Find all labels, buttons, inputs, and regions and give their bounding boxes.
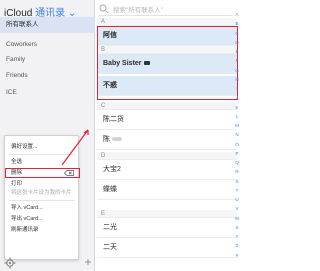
- index-letter[interactable]: M: [233, 123, 241, 128]
- index-letter[interactable]: T: [233, 188, 241, 193]
- index-letter[interactable]: R: [233, 169, 241, 174]
- index-letter[interactable]: B: [233, 21, 241, 26]
- contact-row[interactable]: 蝶蝶: [97, 180, 237, 200]
- index-letter[interactable]: W: [233, 216, 241, 221]
- menu-item-make-my-card: 将这张卡片设为我的卡片: [11, 190, 72, 196]
- index-letter[interactable]: F: [233, 58, 241, 63]
- contact-name: 二光: [103, 224, 117, 231]
- contact-row[interactable]: 大宝2: [97, 160, 237, 180]
- contact-row[interactable]: 陈: [97, 130, 237, 150]
- sidebar-item-all-contacts[interactable]: 所有联系人: [0, 17, 95, 33]
- search-field[interactable]: 搜索"所有联系人": [99, 2, 232, 16]
- menu-item-import-vcard[interactable]: 导入 vCard...: [5, 203, 80, 213]
- section-header-d: D: [97, 152, 237, 160]
- menu-divider: [9, 154, 75, 155]
- menu-item-preferences[interactable]: 偏好设置...: [5, 142, 80, 152]
- contact-list: 搜索"所有联系人" A 阿信 B Baby Sister 不惑 C 陈二货 陈 …: [95, 0, 241, 271]
- delete-key-icon: [64, 170, 74, 176]
- tag-icon: [143, 61, 150, 66]
- index-letter[interactable]: V: [233, 206, 241, 211]
- alphabet-index[interactable]: A B C D E F G H I J K L M N O P Q R S T U V W X Y Z #: [233, 12, 241, 262]
- section-header-c: C: [97, 102, 237, 110]
- menu-item-delete-label: 删除: [11, 170, 23, 176]
- add-contact-button[interactable]: +: [82, 256, 94, 268]
- index-letter[interactable]: C: [233, 31, 241, 36]
- settings-menu: 偏好设置... 全选 删除 打印 将这张卡片设为我的卡片 导入 vCard...…: [4, 135, 80, 260]
- contact-row[interactable]: 陈二货: [97, 110, 237, 130]
- sidebar-item-family[interactable]: Family: [0, 52, 95, 68]
- index-letter[interactable]: K: [233, 105, 241, 110]
- contact-row[interactable]: Baby Sister: [97, 54, 237, 74]
- index-letter[interactable]: A: [233, 12, 241, 17]
- sidebar-item-ice[interactable]: ICE: [0, 85, 95, 101]
- index-letter[interactable]: Q: [233, 160, 241, 165]
- contact-row[interactable]: 不惑: [97, 76, 237, 96]
- index-letter[interactable]: N: [233, 132, 241, 137]
- index-letter[interactable]: S: [233, 179, 241, 184]
- index-letter[interactable]: D: [233, 40, 241, 45]
- contact-name: 二天: [103, 244, 117, 251]
- index-letter[interactable]: H: [233, 77, 241, 82]
- gear-icon[interactable]: [4, 257, 16, 269]
- contact-row[interactable]: 阿信: [97, 26, 237, 46]
- index-letter[interactable]: G: [233, 68, 241, 73]
- index-letter[interactable]: #: [233, 253, 241, 258]
- search-input[interactable]: 搜索"所有联系人": [113, 4, 163, 14]
- contact-name: 陈二货: [103, 116, 124, 123]
- contact-name: 大宝2: [103, 166, 121, 173]
- sidebar-item-friends[interactable]: Friends: [0, 68, 95, 84]
- index-letter[interactable]: J: [233, 95, 241, 100]
- contact-row[interactable]: 二天: [97, 238, 237, 258]
- sidebar-item-coworkers[interactable]: Coworkers: [0, 37, 95, 53]
- index-letter[interactable]: X: [233, 225, 241, 230]
- menu-item-select-all[interactable]: 全选: [5, 157, 80, 167]
- index-letter[interactable]: E: [233, 49, 241, 54]
- section-header-b: B: [97, 46, 237, 54]
- index-letter[interactable]: P: [233, 151, 241, 156]
- section-header-e: E: [97, 210, 237, 218]
- contact-name: 阿信: [103, 32, 117, 39]
- contact-name: 不惑: [103, 82, 117, 89]
- menu-divider: [9, 200, 75, 201]
- index-letter[interactable]: I: [233, 86, 241, 91]
- redacted-text: [112, 137, 122, 142]
- index-letter[interactable]: Y: [233, 234, 241, 239]
- menu-item-delete[interactable]: 删除: [5, 168, 80, 178]
- section-header-a: A: [97, 18, 237, 26]
- index-letter[interactable]: L: [233, 114, 241, 119]
- contact-row[interactable]: 二光: [97, 218, 237, 238]
- menu-item-refresh-contacts[interactable]: 刷新通讯录: [5, 225, 80, 235]
- contact-name: 蝶蝶: [103, 186, 117, 193]
- index-letter[interactable]: O: [233, 142, 241, 147]
- index-letter[interactable]: U: [233, 197, 241, 202]
- contact-name: Baby Sister: [103, 60, 142, 67]
- index-letter[interactable]: Z: [233, 243, 241, 248]
- bottom-toolbar: +: [0, 255, 95, 271]
- contact-name: 陈: [103, 136, 110, 143]
- search-icon: [99, 4, 109, 13]
- menu-item-export-vcard[interactable]: 导出 vCard...: [5, 214, 80, 224]
